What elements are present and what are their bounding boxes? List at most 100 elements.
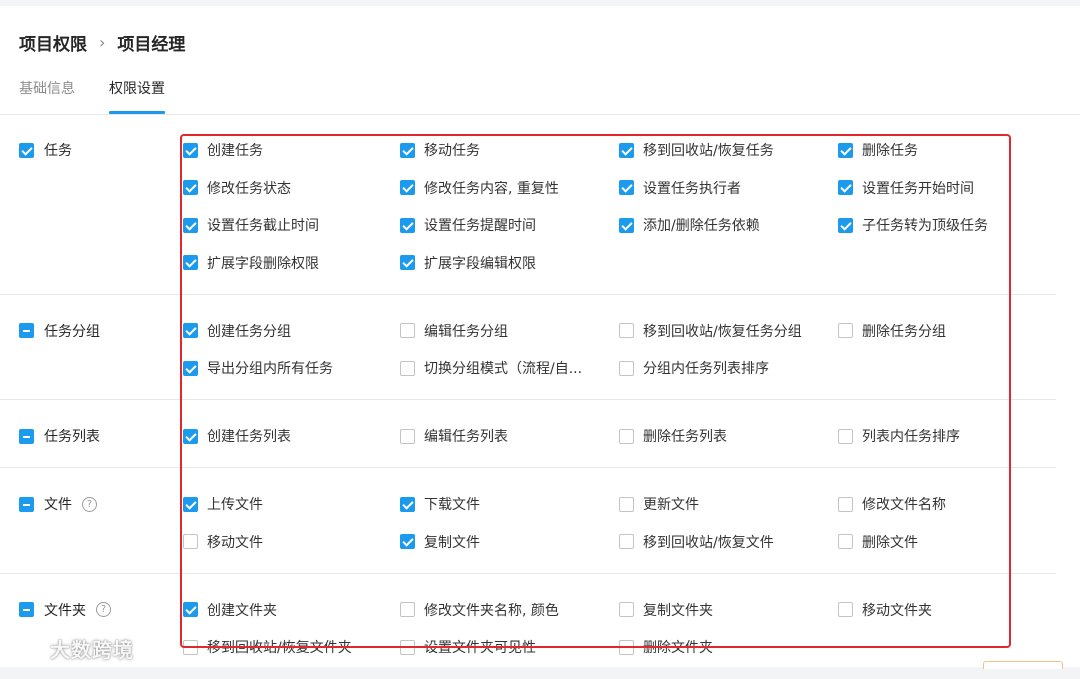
permission-item[interactable]: 移到回收站/恢复任务 <box>619 140 774 160</box>
permission-item[interactable]: 上传文件 <box>183 494 263 514</box>
tab-basic-info[interactable]: 基础信息 <box>19 78 75 114</box>
permission-item[interactable]: 子任务转为顶级任务 <box>838 215 988 235</box>
checkbox-unchecked[interactable] <box>400 429 415 444</box>
checkbox-unchecked[interactable] <box>619 361 634 376</box>
permission-item[interactable]: 列表内任务排序 <box>838 426 960 446</box>
permission-item[interactable]: 更新文件 <box>619 494 699 514</box>
permission-item[interactable]: 切换分组模式（流程/自... <box>400 358 582 378</box>
permission-item[interactable]: 创建任务分组 <box>183 321 291 341</box>
help-icon[interactable]: ? <box>82 497 97 512</box>
permission-item[interactable]: 设置任务开始时间 <box>838 178 974 198</box>
checkbox-unchecked[interactable] <box>400 323 415 338</box>
permission-label: 创建任务 <box>207 140 263 160</box>
help-icon[interactable]: ? <box>96 602 111 617</box>
permission-item[interactable]: 移动文件夹 <box>838 600 932 620</box>
checkbox-checked[interactable] <box>838 180 853 195</box>
checkbox-unchecked[interactable] <box>400 361 415 376</box>
permission-item[interactable]: 导出分组内所有任务 <box>183 358 333 378</box>
permission-item[interactable]: 移动文件 <box>183 532 263 552</box>
group-checkbox[interactable] <box>19 602 34 617</box>
permission-item[interactable]: 复制文件 <box>400 532 480 552</box>
corner-button[interactable] <box>983 661 1063 669</box>
breadcrumb-parent[interactable]: 项目权限 <box>19 30 87 55</box>
checkbox-unchecked[interactable] <box>619 534 634 549</box>
permission-item[interactable]: 移到回收站/恢复文件 <box>619 532 774 552</box>
permission-item[interactable]: 设置文件夹可见性 <box>400 637 536 657</box>
checkbox-checked[interactable] <box>183 180 198 195</box>
permission-item[interactable]: 移到回收站/恢复文件夹 <box>183 637 352 657</box>
checkbox-checked[interactable] <box>183 602 198 617</box>
checkbox-checked[interactable] <box>619 218 634 233</box>
group-header[interactable]: 任务 <box>19 140 72 160</box>
checkbox-checked[interactable] <box>400 497 415 512</box>
group-checkbox[interactable] <box>19 497 34 512</box>
checkbox-checked[interactable] <box>183 255 198 270</box>
checkbox-unchecked[interactable] <box>619 497 634 512</box>
checkbox-checked[interactable] <box>838 218 853 233</box>
permission-item[interactable]: 设置任务提醒时间 <box>400 215 536 235</box>
checkbox-checked[interactable] <box>183 497 198 512</box>
permission-item[interactable]: 移到回收站/恢复任务分组 <box>619 321 802 341</box>
checkbox-unchecked[interactable] <box>183 534 198 549</box>
group-header[interactable]: 任务列表 <box>19 426 100 446</box>
checkbox-unchecked[interactable] <box>400 602 415 617</box>
permission-item[interactable]: 设置任务截止时间 <box>183 215 319 235</box>
permission-label: 修改任务内容, 重复性 <box>424 178 559 198</box>
permission-item[interactable]: 创建任务列表 <box>183 426 291 446</box>
permission-item[interactable]: 编辑任务分组 <box>400 321 508 341</box>
permission-item[interactable]: 修改文件名称 <box>838 494 946 514</box>
permission-item[interactable]: 删除任务 <box>838 140 918 160</box>
checkbox-checked[interactable] <box>183 143 198 158</box>
group-header[interactable]: 任务分组 <box>19 321 100 341</box>
checkbox-unchecked[interactable] <box>838 323 853 338</box>
permission-item[interactable]: 删除任务列表 <box>619 426 727 446</box>
checkbox-unchecked[interactable] <box>838 429 853 444</box>
permission-item[interactable]: 删除任务分组 <box>838 321 946 341</box>
checkbox-checked[interactable] <box>400 255 415 270</box>
checkbox-unchecked[interactable] <box>619 640 634 655</box>
checkbox-unchecked[interactable] <box>619 602 634 617</box>
group-checkbox[interactable] <box>19 429 34 444</box>
checkbox-unchecked[interactable] <box>400 640 415 655</box>
permission-item[interactable]: 复制文件夹 <box>619 600 713 620</box>
checkbox-unchecked[interactable] <box>838 602 853 617</box>
permission-item[interactable]: 移动任务 <box>400 140 480 160</box>
group-header[interactable]: 文件? <box>19 494 97 514</box>
checkbox-checked[interactable] <box>400 218 415 233</box>
checkbox-checked[interactable] <box>183 218 198 233</box>
permission-item[interactable]: 设置任务执行者 <box>619 178 741 198</box>
checkbox-checked[interactable] <box>183 361 198 376</box>
checkbox-checked[interactable] <box>183 429 198 444</box>
checkbox-checked[interactable] <box>619 143 634 158</box>
checkbox-checked[interactable] <box>400 534 415 549</box>
checkbox-checked[interactable] <box>400 143 415 158</box>
group-checkbox[interactable] <box>19 143 34 158</box>
checkbox-unchecked[interactable] <box>619 429 634 444</box>
checkbox-checked[interactable] <box>183 323 198 338</box>
tab-label: 基础信息 <box>19 81 75 97</box>
permission-label: 编辑任务分组 <box>424 321 508 341</box>
permission-item[interactable]: 删除文件 <box>838 532 918 552</box>
group-checkbox[interactable] <box>19 323 34 338</box>
permission-item[interactable]: 添加/删除任务依赖 <box>619 215 760 235</box>
checkbox-unchecked[interactable] <box>619 323 634 338</box>
permission-item[interactable]: 分组内任务列表排序 <box>619 358 769 378</box>
permission-item[interactable]: 创建任务 <box>183 140 263 160</box>
group-header[interactable]: 文件夹? <box>19 600 111 620</box>
checkbox-unchecked[interactable] <box>183 640 198 655</box>
permission-item[interactable]: 删除文件夹 <box>619 637 713 657</box>
permission-item[interactable]: 扩展字段编辑权限 <box>400 253 536 273</box>
checkbox-unchecked[interactable] <box>838 497 853 512</box>
permission-item[interactable]: 修改任务状态 <box>183 178 291 198</box>
permission-item[interactable]: 扩展字段删除权限 <box>183 253 319 273</box>
permission-item[interactable]: 修改文件夹名称, 颜色 <box>400 600 559 620</box>
tab-permission-settings[interactable]: 权限设置 <box>109 78 165 114</box>
permission-item[interactable]: 修改任务内容, 重复性 <box>400 178 559 198</box>
checkbox-checked[interactable] <box>838 143 853 158</box>
permission-item[interactable]: 下载文件 <box>400 494 480 514</box>
checkbox-checked[interactable] <box>619 180 634 195</box>
permission-item[interactable]: 创建文件夹 <box>183 600 277 620</box>
permission-item[interactable]: 编辑任务列表 <box>400 426 508 446</box>
checkbox-unchecked[interactable] <box>838 534 853 549</box>
checkbox-checked[interactable] <box>400 180 415 195</box>
